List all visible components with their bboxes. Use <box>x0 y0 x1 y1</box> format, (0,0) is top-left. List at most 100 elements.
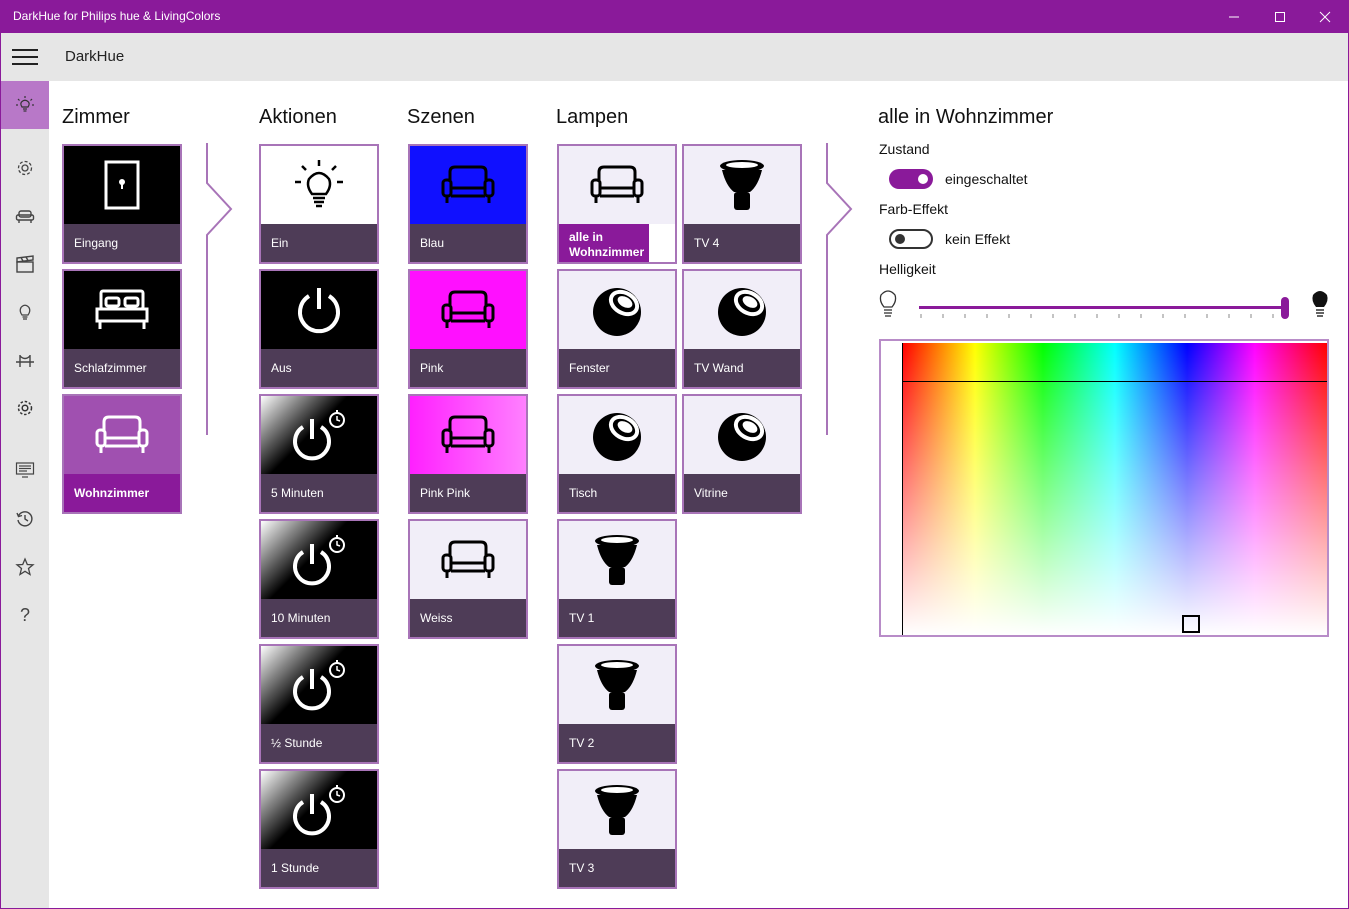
brightness-slider-thumb[interactable] <box>1281 297 1289 319</box>
scene-label: Pink <box>410 349 526 387</box>
sidebar-item-history[interactable] <box>1 495 49 543</box>
action-tile-ein[interactable]: Ein <box>259 144 379 264</box>
bulb-sun-icon <box>16 96 34 112</box>
room-label: Wohnzimmer <box>64 474 180 512</box>
gear-icon <box>17 160 33 176</box>
lamp-label: Fenster <box>559 349 675 387</box>
minimize-icon <box>1229 16 1239 18</box>
spot-lamp-icon <box>595 785 639 835</box>
lamp-label: TV Wand <box>684 349 800 387</box>
lamp-label: TV 2 <box>559 724 675 762</box>
sidebar-item-help[interactable]: ? <box>1 591 49 639</box>
door-icon <box>104 160 140 210</box>
lamp-tile-tv4[interactable]: TV 4 <box>682 144 802 264</box>
action-label: 10 Minuten <box>261 599 377 637</box>
action-tile-10-minuten[interactable]: 10 Minuten <box>259 519 379 639</box>
lamp-tile-tv2[interactable]: TV 2 <box>557 644 677 764</box>
color-picker-cursor[interactable] <box>1182 615 1200 633</box>
lamp-label: TV 4 <box>684 224 800 262</box>
room-tile-wohnzimmer[interactable]: Wohnzimmer <box>62 394 182 514</box>
sofa-icon <box>441 540 495 578</box>
scene-label: Blau <box>410 224 526 262</box>
sidebar-item-favorites[interactable] <box>1 543 49 591</box>
sidebar-item-bridge[interactable] <box>1 336 49 384</box>
action-tile-1-stunde[interactable]: 1 Stunde <box>259 769 379 889</box>
bed-icon <box>95 289 149 329</box>
sofa-icon <box>590 165 644 203</box>
menu-button[interactable] <box>1 33 49 81</box>
help-icon: ? <box>19 604 30 625</box>
settings-icon <box>17 400 33 416</box>
effect-value: kein Effekt <box>945 231 1011 247</box>
window-title: DarkHue for Philips hue & LivingColors <box>13 9 221 23</box>
action-tile-halbe-stunde[interactable]: ½ Stunde <box>259 644 379 764</box>
clapperboard-icon <box>16 255 34 273</box>
room-label: Schlafzimmer <box>64 349 180 387</box>
bulb-icon <box>19 304 31 320</box>
brightness-slider-track[interactable] <box>919 306 1285 309</box>
lamp-tile-tv1[interactable]: TV 1 <box>557 519 677 639</box>
crosshair-vertical <box>902 343 903 635</box>
lamp-tile-fenster[interactable]: Fenster <box>557 269 677 389</box>
action-label: 1 Stunde <box>261 849 377 887</box>
state-toggle[interactable] <box>889 169 933 189</box>
lamp-tile-vitrine[interactable]: Vitrine <box>682 394 802 514</box>
sidebar-item-scenes[interactable] <box>1 240 49 288</box>
sidebar-item-settings[interactable] <box>1 384 49 432</box>
scene-tile-weiss[interactable]: Weiss <box>408 519 528 639</box>
lamp-tile-alle[interactable]: alle in Wohnzimmer <box>557 144 677 264</box>
lamps-heading: Lampen <box>556 106 629 128</box>
scene-label: Pink Pink <box>410 474 526 512</box>
room-label: Eingang <box>64 224 180 262</box>
sidebar-item-gear[interactable] <box>1 144 49 192</box>
brightness-ticks <box>920 314 1274 318</box>
rooms-heading: Zimmer <box>62 106 130 128</box>
app-window: DarkHue for Philips hue & LivingColors D… <box>0 0 1349 909</box>
scene-tile-blau[interactable]: Blau <box>408 144 528 264</box>
title-bar: DarkHue for Philips hue & LivingColors <box>1 1 1348 33</box>
action-label: Aus <box>261 349 377 387</box>
bulb-dim-icon <box>879 290 897 317</box>
sidebar-item-lights[interactable] <box>1 81 49 129</box>
color-picker[interactable] <box>879 339 1329 637</box>
sofa-icon <box>441 165 495 203</box>
app-bar: DarkHue <box>1 33 1348 81</box>
actions-heading: Aktionen <box>259 106 337 128</box>
sofa-icon <box>95 415 149 453</box>
scene-tile-pink[interactable]: Pink <box>408 269 528 389</box>
action-tile-5-minuten[interactable]: 5 Minuten <box>259 394 379 514</box>
action-tile-aus[interactable]: Aus <box>259 269 379 389</box>
scene-label: Weiss <box>410 599 526 637</box>
sidebar-item-lamps[interactable] <box>1 288 49 336</box>
brightness-label: Helligkeit <box>879 261 936 277</box>
sidebar-item-log[interactable] <box>1 446 49 494</box>
effect-label: Farb-Effekt <box>879 201 948 217</box>
bridge-icon <box>16 355 34 367</box>
close-button[interactable] <box>1302 1 1348 33</box>
room-tile-eingang[interactable]: Eingang <box>62 144 182 264</box>
lamp-tile-tv-wand[interactable]: TV Wand <box>682 269 802 389</box>
star-icon <box>15 557 35 576</box>
lamp-tile-tisch[interactable]: Tisch <box>557 394 677 514</box>
living-colors-icon <box>718 413 766 461</box>
sofa-icon <box>441 415 495 453</box>
lamp-label: TV 3 <box>559 849 675 887</box>
close-icon <box>1319 11 1331 23</box>
power-timer-icon <box>293 660 345 711</box>
sofa-icon <box>441 290 495 328</box>
bulb-on-icon <box>295 160 343 208</box>
effect-toggle[interactable] <box>889 229 933 249</box>
app-title: DarkHue <box>65 48 125 65</box>
sidebar-item-rooms[interactable] <box>1 192 49 240</box>
lamp-label: Tisch <box>559 474 675 512</box>
bulb-bright-icon <box>1312 291 1328 317</box>
state-label: Zustand <box>879 141 930 157</box>
room-tile-schlafzimmer[interactable]: Schlafzimmer <box>62 269 182 389</box>
scenes-heading: Szenen <box>407 106 475 128</box>
lamp-tile-tv3[interactable]: TV 3 <box>557 769 677 889</box>
minimize-button[interactable] <box>1211 1 1257 33</box>
color-spectrum[interactable] <box>903 343 1327 635</box>
power-timer-icon <box>293 785 345 836</box>
maximize-button[interactable] <box>1257 1 1303 33</box>
scene-tile-pink-pink[interactable]: Pink Pink <box>408 394 528 514</box>
